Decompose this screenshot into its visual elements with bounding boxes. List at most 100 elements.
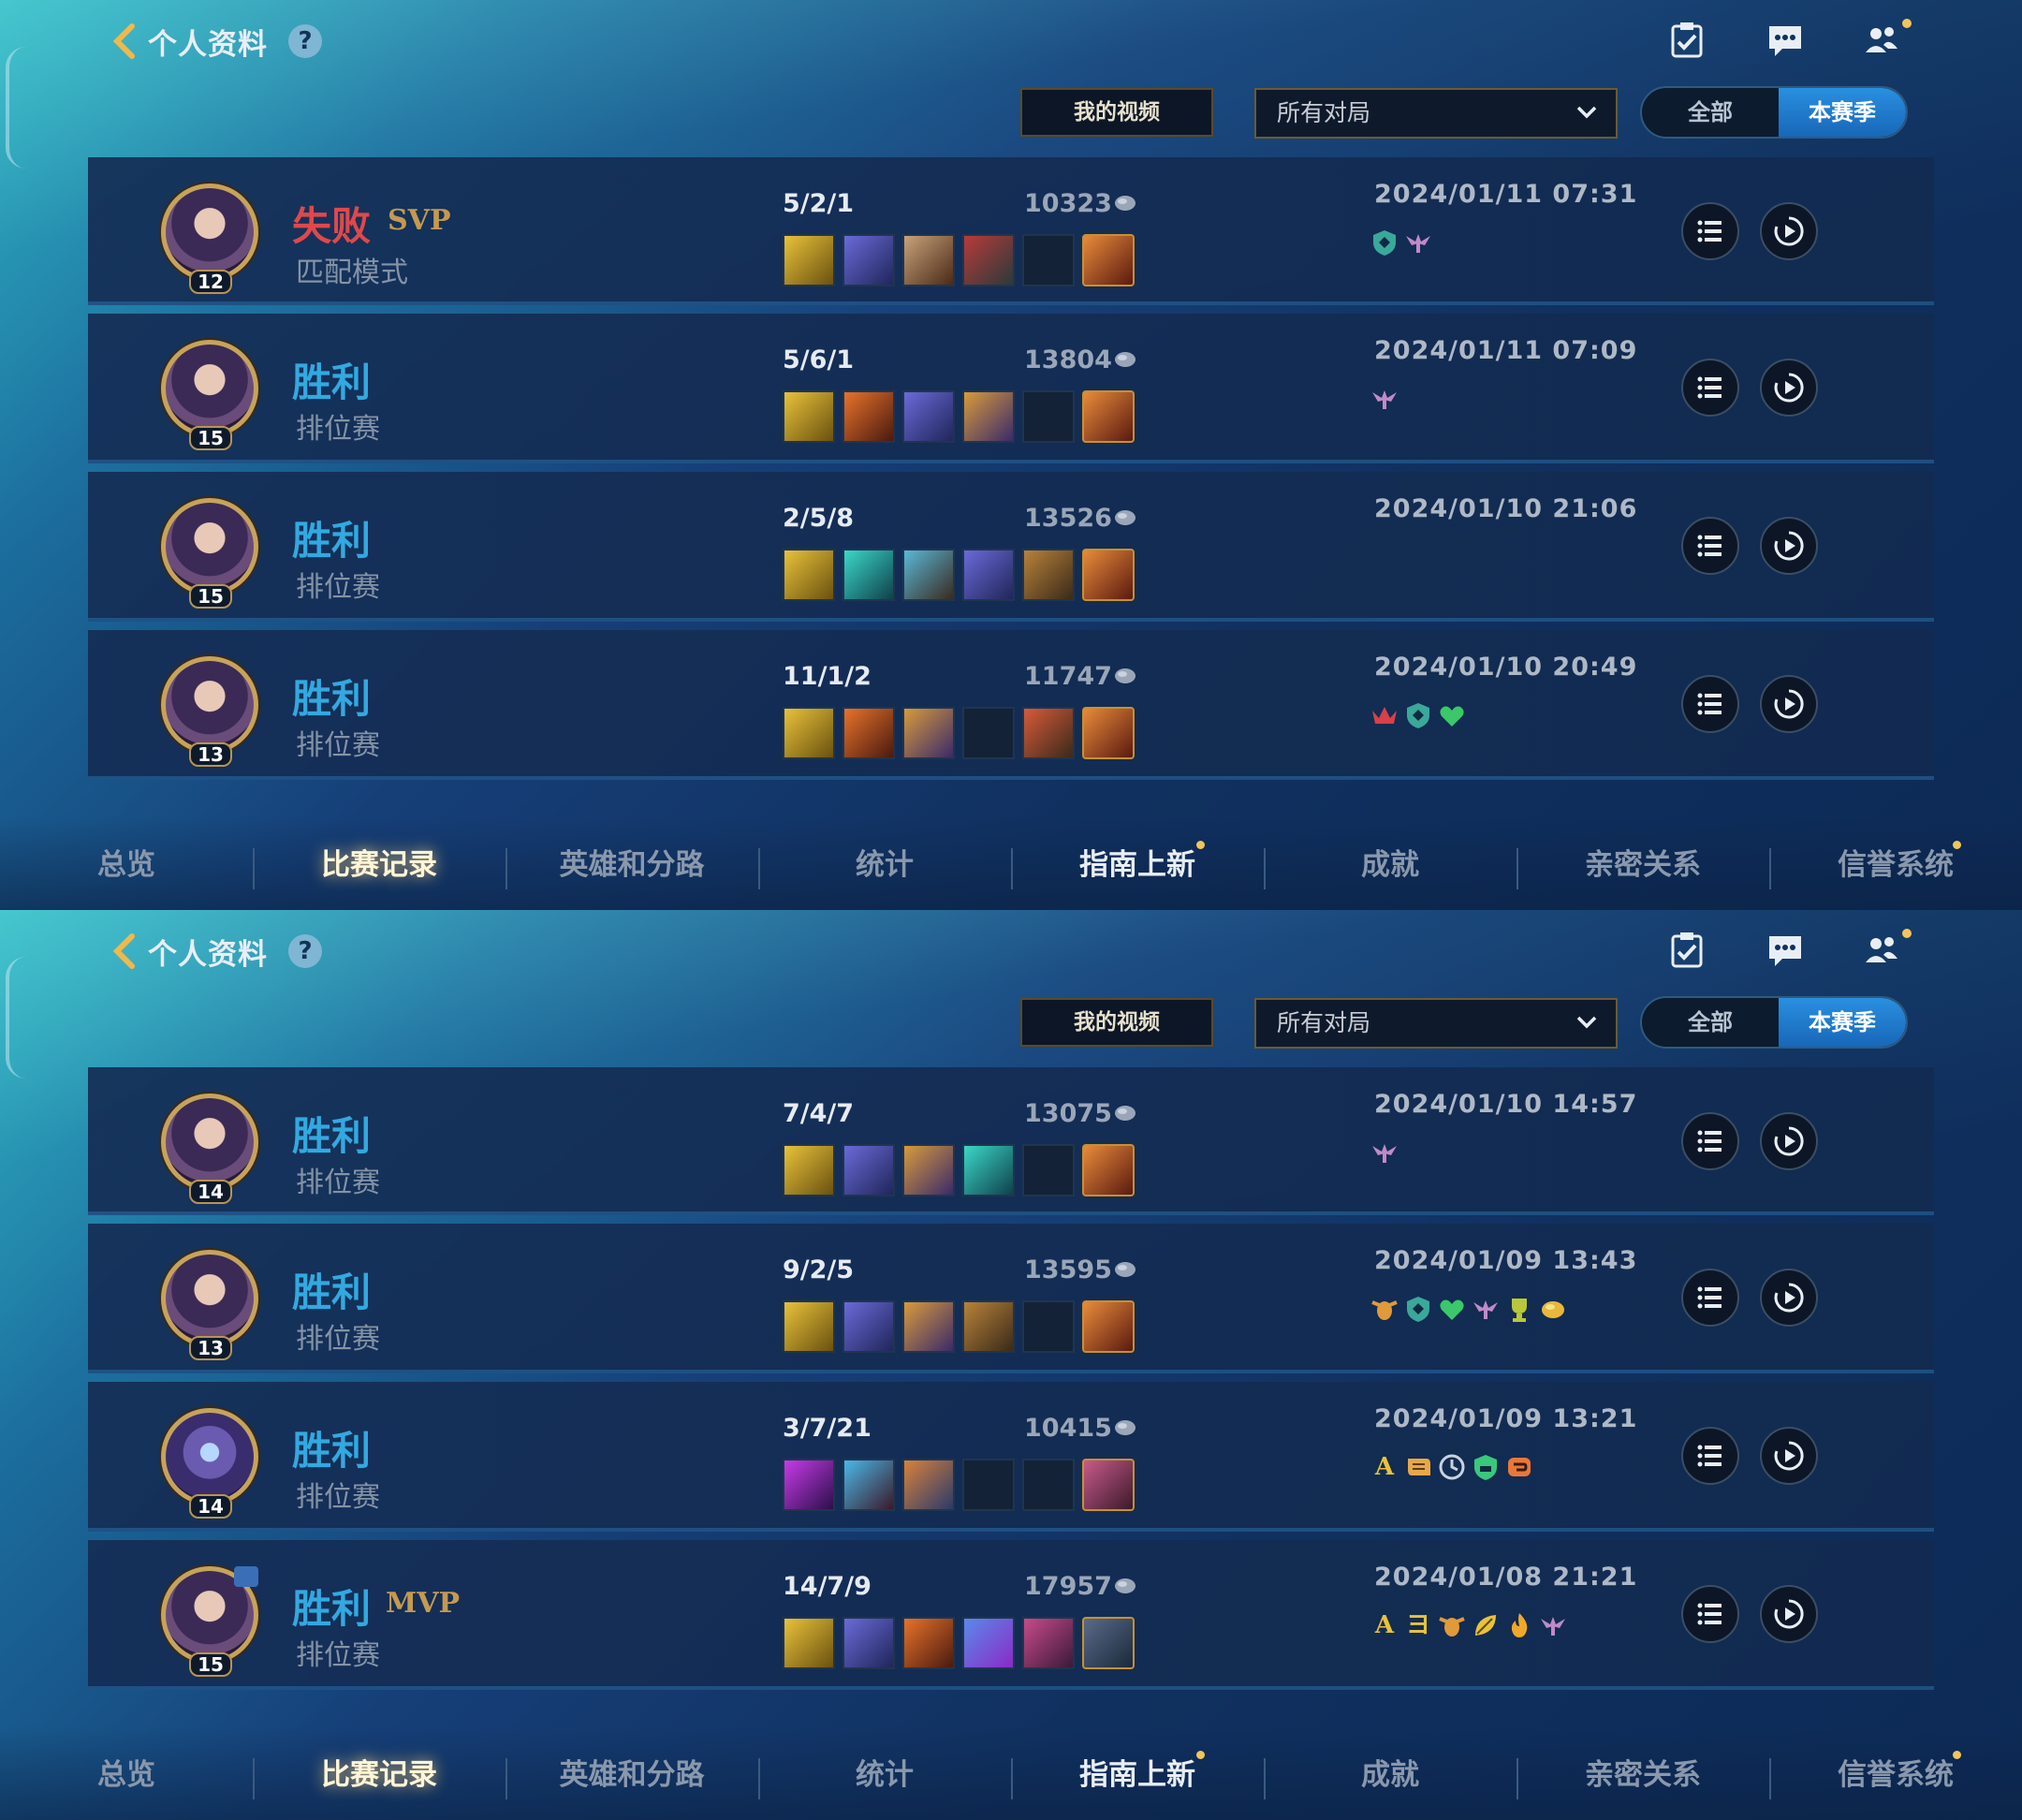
gold-icon: [1115, 510, 1136, 525]
trinket-slot: [1082, 707, 1135, 759]
item-slot: [962, 1144, 1015, 1196]
segment-all[interactable]: 全部: [1642, 88, 1779, 137]
replay-button[interactable]: [1760, 1585, 1818, 1643]
match-type-select[interactable]: 所有对局: [1254, 998, 1618, 1049]
match-row[interactable]: 15 胜利 排位赛 5/6/1 13804 2024/01/11 07:09: [88, 314, 1934, 463]
segment-all[interactable]: 全部: [1642, 998, 1779, 1047]
tab-overview[interactable]: 总览: [0, 1751, 253, 1793]
replay-icon: [1774, 373, 1804, 403]
back-arrow-icon[interactable]: [108, 932, 139, 970]
honor-notification-dot: [1953, 1751, 1961, 1759]
match-details-button[interactable]: [1681, 517, 1739, 575]
checklist-icon[interactable]: [1663, 17, 1710, 64]
tab-guides[interactable]: 指南上新: [1011, 841, 1264, 883]
item-slot-empty: [1022, 1144, 1075, 1196]
guides-notification-dot: [1196, 841, 1205, 849]
chat-icon[interactable]: [1762, 927, 1809, 974]
segment-season[interactable]: 本赛季: [1779, 88, 1906, 137]
gold-icon: [1115, 1420, 1136, 1435]
match-row[interactable]: 15 胜利 排位赛 2/5/8 13526 2024/01/10 21:06: [88, 472, 1934, 622]
party-icon: [234, 1566, 258, 1587]
guard-medal-icon: [1470, 1451, 1502, 1483]
replay-button[interactable]: [1760, 1112, 1818, 1170]
match-row[interactable]: 12 失败 SVP 匹配模式 5/2/1 10323 2024/01/11 07…: [88, 157, 1934, 305]
chat-icon[interactable]: [1762, 17, 1809, 64]
help-icon[interactable]: ?: [288, 934, 322, 968]
replay-icon: [1774, 531, 1804, 561]
tab-achievements[interactable]: 成就: [1264, 1751, 1516, 1793]
my-videos-button[interactable]: 我的视频: [1020, 88, 1213, 137]
friends-icon[interactable]: [1858, 927, 1905, 974]
replay-button[interactable]: [1760, 359, 1818, 417]
replay-button[interactable]: [1760, 202, 1818, 260]
match-row[interactable]: 14 胜利 排位赛 7/4/7 13075 2024/01/10 14:57: [88, 1067, 1934, 1215]
replay-button[interactable]: [1760, 1269, 1818, 1327]
tab-honor-system[interactable]: 信誉系统: [1769, 1751, 2022, 1793]
tab-honor-system[interactable]: 信誉系统: [1769, 841, 2022, 883]
rank-a-medal-icon: A: [1374, 1611, 1395, 1639]
replay-icon: [1774, 1283, 1804, 1313]
match-row[interactable]: 15 胜利 MVP 排位赛 14/7/9 17957 2024/01/08 21…: [88, 1540, 1934, 1690]
match-date: 2024/01/10 14:57: [1374, 1090, 1638, 1119]
replay-button[interactable]: [1760, 517, 1818, 575]
tab-relationships[interactable]: 亲密关系: [1516, 841, 1769, 883]
tab-overview[interactable]: 总览: [0, 841, 253, 883]
trinket-slot: [1082, 390, 1135, 443]
item-slot-empty: [1022, 1459, 1075, 1511]
tab-match-history[interactable]: 比赛记录: [253, 1751, 506, 1793]
wings-medal-icon: [1470, 1293, 1502, 1325]
item-slot: [902, 549, 955, 601]
tab-champions-lanes[interactable]: 英雄和分路: [506, 1751, 758, 1793]
help-icon[interactable]: ?: [288, 24, 322, 58]
tab-achievements[interactable]: 成就: [1264, 841, 1516, 883]
replay-button[interactable]: [1760, 1427, 1818, 1485]
item-slot: [1022, 549, 1075, 601]
gold-amount: 11747: [1024, 662, 1112, 691]
champion-level: 13: [189, 1336, 232, 1360]
friends-icon[interactable]: [1858, 17, 1905, 64]
wings-medal-icon: [1402, 227, 1434, 258]
match-list: 12 失败 SVP 匹配模式 5/2/1 10323 2024/01/11 07…: [88, 157, 1934, 788]
replay-button[interactable]: [1760, 675, 1818, 733]
match-details-button[interactable]: [1681, 675, 1739, 733]
heart-medal-icon: [1436, 1293, 1468, 1325]
tab-match-history[interactable]: 比赛记录: [253, 841, 506, 883]
tab-stats[interactable]: 统计: [758, 841, 1011, 883]
chevron-down-icon: [1576, 106, 1597, 119]
season-toggle: 全部 本赛季: [1640, 996, 1908, 1049]
match-details-button[interactable]: [1681, 1269, 1739, 1327]
match-details-button[interactable]: [1681, 1427, 1739, 1485]
match-details-button[interactable]: [1681, 1585, 1739, 1643]
my-videos-button[interactable]: 我的视频: [1020, 998, 1213, 1047]
item-slot: [783, 707, 835, 759]
match-type-select-value: 所有对局: [1277, 99, 1371, 126]
match-type-select[interactable]: 所有对局: [1254, 88, 1618, 139]
screen-top: 个人资料 ? 我的视频 所有对局 全部 本赛季 12 失败 SVP 匹配模式 5…: [0, 0, 2022, 910]
game-mode: 排位赛: [296, 571, 380, 604]
tab-champions-lanes[interactable]: 英雄和分路: [506, 841, 758, 883]
match-date: 2024/01/09 13:43: [1374, 1246, 1638, 1275]
game-mode: 排位赛: [296, 413, 380, 446]
item-slot: [1022, 1617, 1075, 1669]
match-date: 2024/01/08 21:21: [1374, 1563, 1638, 1592]
checklist-icon[interactable]: [1663, 927, 1710, 974]
back-arrow-icon[interactable]: [108, 22, 139, 60]
match-details-button[interactable]: [1681, 359, 1739, 417]
list-icon: [1697, 535, 1722, 557]
match-row[interactable]: 13 胜利 排位赛 9/2/5 13595 2024/01/09 13:43: [88, 1224, 1934, 1373]
tab-relationships[interactable]: 亲密关系: [1516, 1751, 1769, 1793]
tab-stats[interactable]: 统计: [758, 1751, 1011, 1793]
segment-season[interactable]: 本赛季: [1779, 998, 1906, 1047]
item-slot: [902, 1300, 955, 1353]
match-details-button[interactable]: [1681, 1112, 1739, 1170]
replay-icon: [1774, 216, 1804, 246]
match-row[interactable]: 13 胜利 排位赛 11/1/2 11747 2024/01/10 20:49: [88, 630, 1934, 780]
item-slot: [783, 1459, 835, 1511]
champion-avatar: [161, 656, 258, 754]
page-title: 个人资料: [148, 938, 268, 972]
match-details-button[interactable]: [1681, 202, 1739, 260]
item-slot: [842, 1144, 895, 1196]
tab-guides[interactable]: 指南上新: [1011, 1751, 1264, 1793]
match-row[interactable]: 14 胜利 排位赛 3/7/21 10415 2024/01/09 13:21 …: [88, 1382, 1934, 1532]
bottom-tab-bar: 总览 比赛记录 英雄和分路 统计 指南上新 成就 亲密关系 信誉系统: [0, 816, 2022, 910]
